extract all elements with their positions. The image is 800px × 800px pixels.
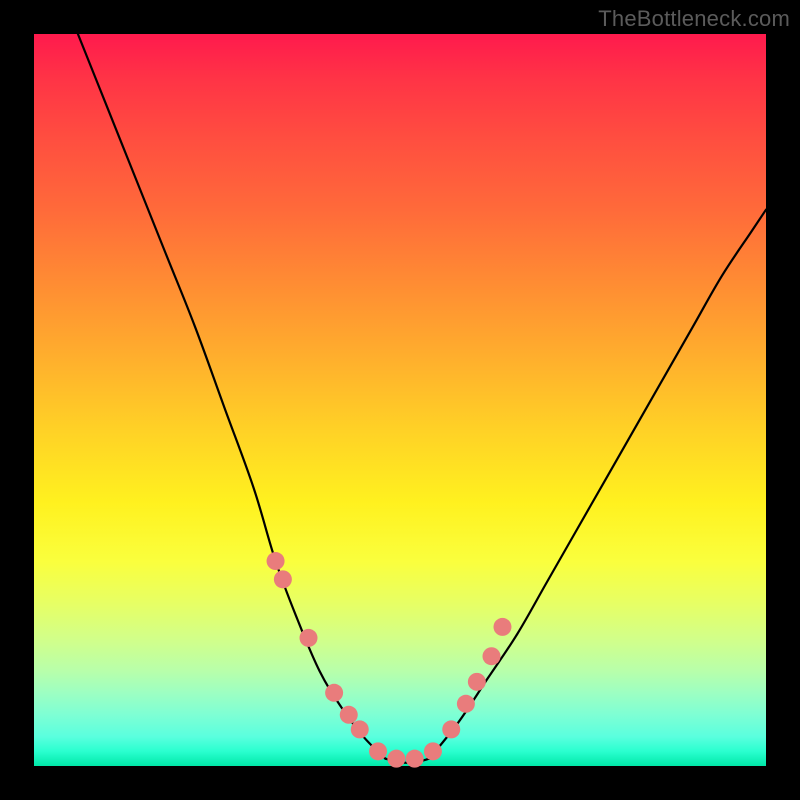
watermark-text: TheBottleneck.com <box>598 6 790 32</box>
marker-dot <box>406 750 424 768</box>
curve-svg <box>34 34 766 766</box>
marker-dot <box>369 742 387 760</box>
marker-dot <box>340 706 358 724</box>
marker-dot <box>442 720 460 738</box>
curve-left <box>78 34 385 759</box>
marker-dot <box>483 647 501 665</box>
marker-dot <box>424 742 442 760</box>
marker-dot <box>457 695 475 713</box>
marker-dot <box>493 618 511 636</box>
marker-dot <box>267 552 285 570</box>
marker-dot <box>387 750 405 768</box>
marker-dot <box>468 673 486 691</box>
marker-dots <box>267 552 512 768</box>
marker-dot <box>351 720 369 738</box>
marker-dot <box>274 570 292 588</box>
chart-stage: TheBottleneck.com <box>0 0 800 800</box>
marker-dot <box>300 629 318 647</box>
plot-area <box>34 34 766 766</box>
marker-dot <box>325 684 343 702</box>
